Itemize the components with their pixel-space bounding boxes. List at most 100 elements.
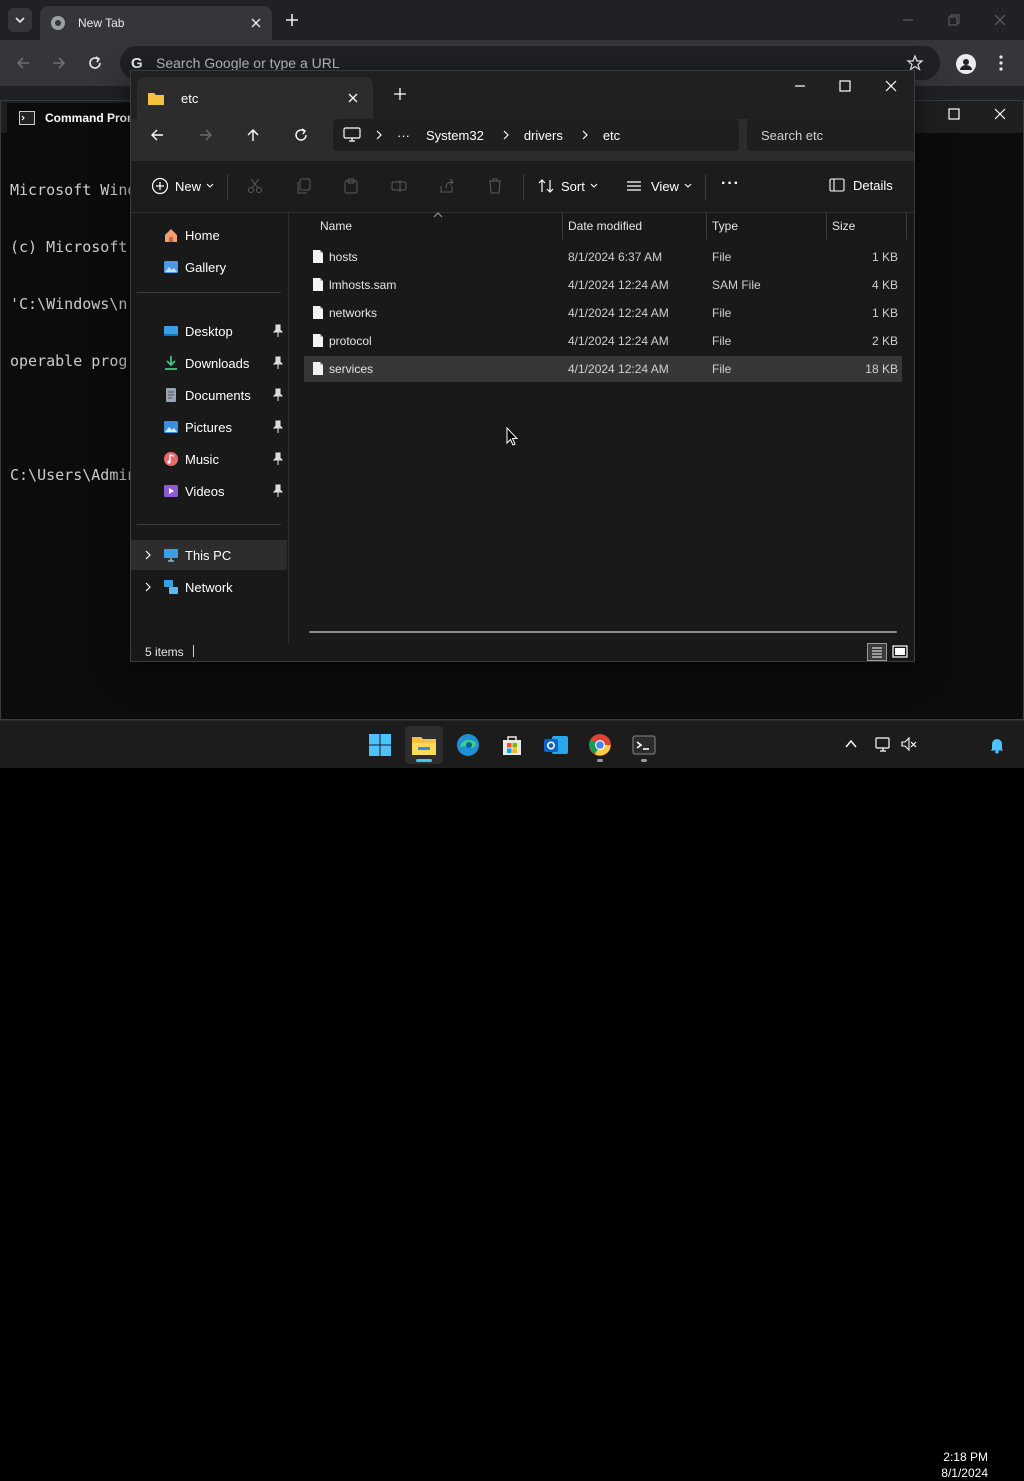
file-icon bbox=[313, 362, 323, 375]
sidebar-item-this-pc[interactable]: This PC bbox=[131, 540, 287, 570]
pin-icon[interactable] bbox=[273, 484, 283, 498]
share-button[interactable] bbox=[439, 178, 455, 194]
network-tray-button[interactable] bbox=[874, 735, 892, 753]
more-options-button[interactable]: ··· bbox=[721, 175, 740, 193]
close-tab-button[interactable] bbox=[246, 13, 266, 33]
sidebar-item-network[interactable]: Network bbox=[131, 572, 287, 602]
back-button[interactable] bbox=[14, 54, 32, 72]
delete-button[interactable] bbox=[487, 178, 503, 194]
column-header-name[interactable]: Name bbox=[320, 219, 352, 233]
file-row[interactable]: protocol 4/1/2024 12:24 AM File 2 KB bbox=[304, 328, 902, 354]
taskbar-start[interactable] bbox=[361, 726, 399, 764]
profile-button[interactable] bbox=[956, 54, 976, 74]
close-tab-button[interactable] bbox=[343, 88, 363, 108]
pin-icon[interactable] bbox=[273, 324, 283, 338]
volume-tray-button[interactable] bbox=[900, 735, 918, 753]
sidebar-item-music[interactable]: Music bbox=[131, 444, 287, 474]
taskbar-outlook[interactable] bbox=[537, 726, 575, 764]
cmd-maximize-button[interactable] bbox=[947, 107, 961, 121]
sidebar-item-label: Gallery bbox=[185, 260, 227, 275]
cut-button[interactable] bbox=[247, 178, 263, 194]
breadcrumb-etc[interactable]: etc bbox=[603, 128, 620, 143]
sidebar-item-pictures[interactable]: Pictures bbox=[131, 412, 287, 442]
sidebar-item-label: Downloads bbox=[185, 356, 250, 371]
sidebar-item-documents[interactable]: Documents bbox=[131, 380, 287, 410]
refresh-button[interactable] bbox=[292, 126, 310, 144]
clock[interactable]: 2:18 PM 8/1/2024 bbox=[922, 1449, 988, 1481]
taskbar-file-explorer[interactable] bbox=[405, 726, 443, 764]
network-tray-icon bbox=[875, 737, 890, 752]
details-pane-button[interactable]: Details bbox=[829, 177, 893, 193]
column-header-size[interactable]: Size bbox=[832, 219, 855, 233]
chevron-right-icon[interactable] bbox=[143, 549, 153, 561]
forward-button[interactable] bbox=[50, 54, 68, 72]
explorer-maximize-button[interactable] bbox=[838, 79, 852, 93]
pin-icon[interactable] bbox=[273, 452, 283, 466]
sort-ascending-icon bbox=[433, 212, 443, 218]
chrome-minimize-button[interactable] bbox=[900, 12, 916, 28]
horizontal-scrollbar[interactable] bbox=[309, 631, 897, 633]
notifications-button[interactable] bbox=[988, 736, 1006, 754]
arrow-right-icon bbox=[53, 57, 66, 69]
taskbar-chrome[interactable] bbox=[581, 726, 619, 764]
file-row-selected[interactable]: services 4/1/2024 12:24 AM File 18 KB bbox=[304, 356, 902, 382]
search-box[interactable]: Search etc bbox=[747, 119, 914, 151]
file-row[interactable]: lmhosts.sam 4/1/2024 12:24 AM SAM File 4… bbox=[304, 272, 902, 298]
reload-icon bbox=[89, 56, 101, 69]
chrome-close-button[interactable] bbox=[992, 12, 1008, 28]
sidebar-item-desktop[interactable]: Desktop bbox=[131, 316, 287, 346]
tiles-view-button[interactable] bbox=[891, 643, 909, 661]
chrome-menu-button[interactable] bbox=[996, 54, 1006, 72]
file-icon bbox=[313, 278, 323, 291]
file-row[interactable]: networks 4/1/2024 12:24 AM File 1 KB bbox=[304, 300, 902, 326]
pin-icon[interactable] bbox=[273, 356, 283, 370]
file-row[interactable]: hosts 8/1/2024 6:37 AM File 1 KB bbox=[304, 244, 902, 270]
new-tab-button[interactable] bbox=[282, 10, 302, 30]
address-bar[interactable]: ··· System32 drivers etc bbox=[333, 119, 739, 151]
explorer-tab[interactable]: etc bbox=[137, 77, 373, 119]
active-indicator bbox=[416, 759, 432, 762]
sidebar-item-label: Home bbox=[185, 228, 220, 243]
view-button[interactable]: View bbox=[625, 177, 693, 195]
sort-button[interactable]: Sort bbox=[537, 177, 599, 195]
address-more-button[interactable]: ··· bbox=[397, 128, 410, 143]
column-header-date[interactable]: Date modified bbox=[568, 219, 642, 233]
pin-icon[interactable] bbox=[273, 420, 283, 434]
sidebar-item-downloads[interactable]: Downloads bbox=[131, 348, 287, 378]
sidebar-item-videos[interactable]: Videos bbox=[131, 476, 287, 506]
chevron-down-icon bbox=[15, 17, 25, 24]
explorer-minimize-button[interactable] bbox=[793, 79, 807, 93]
sidebar-item-home[interactable]: Home bbox=[131, 220, 287, 250]
new-button[interactable]: New bbox=[151, 177, 215, 195]
chrome-tab[interactable]: New Tab bbox=[40, 6, 272, 40]
mouse-cursor-icon bbox=[506, 427, 518, 446]
copy-button[interactable] bbox=[295, 178, 311, 194]
pin-icon[interactable] bbox=[273, 388, 283, 402]
forward-button[interactable] bbox=[197, 126, 215, 144]
breadcrumb-system32[interactable]: System32 bbox=[426, 128, 484, 143]
cmd-close-button[interactable] bbox=[993, 107, 1007, 121]
sidebar-item-gallery[interactable]: Gallery bbox=[131, 252, 287, 282]
up-button[interactable] bbox=[244, 126, 262, 144]
tab-search-button[interactable] bbox=[8, 8, 32, 32]
chrome-restore-button[interactable] bbox=[946, 12, 962, 28]
breadcrumb-drivers[interactable]: drivers bbox=[524, 128, 563, 143]
explorer-close-button[interactable] bbox=[884, 79, 898, 93]
edge-icon bbox=[457, 734, 479, 756]
back-button[interactable] bbox=[148, 126, 166, 144]
taskbar: 2:18 PM 8/1/2024 bbox=[0, 720, 1024, 1480]
details-view-button[interactable] bbox=[867, 643, 887, 661]
file-icon bbox=[313, 306, 323, 319]
taskbar-edge[interactable] bbox=[449, 726, 487, 764]
paste-button[interactable] bbox=[343, 178, 359, 194]
desktop-folder-icon bbox=[164, 326, 178, 336]
new-tab-button[interactable] bbox=[393, 87, 407, 101]
omnibox-placeholder: Search Google or type a URL bbox=[156, 55, 340, 71]
taskbar-terminal[interactable] bbox=[625, 726, 663, 764]
show-hidden-icons-button[interactable] bbox=[844, 737, 858, 751]
taskbar-store[interactable] bbox=[493, 726, 531, 764]
column-header-type[interactable]: Type bbox=[712, 219, 738, 233]
chevron-right-icon[interactable] bbox=[143, 581, 153, 593]
rename-button[interactable] bbox=[391, 178, 407, 194]
reload-button[interactable] bbox=[86, 54, 104, 72]
